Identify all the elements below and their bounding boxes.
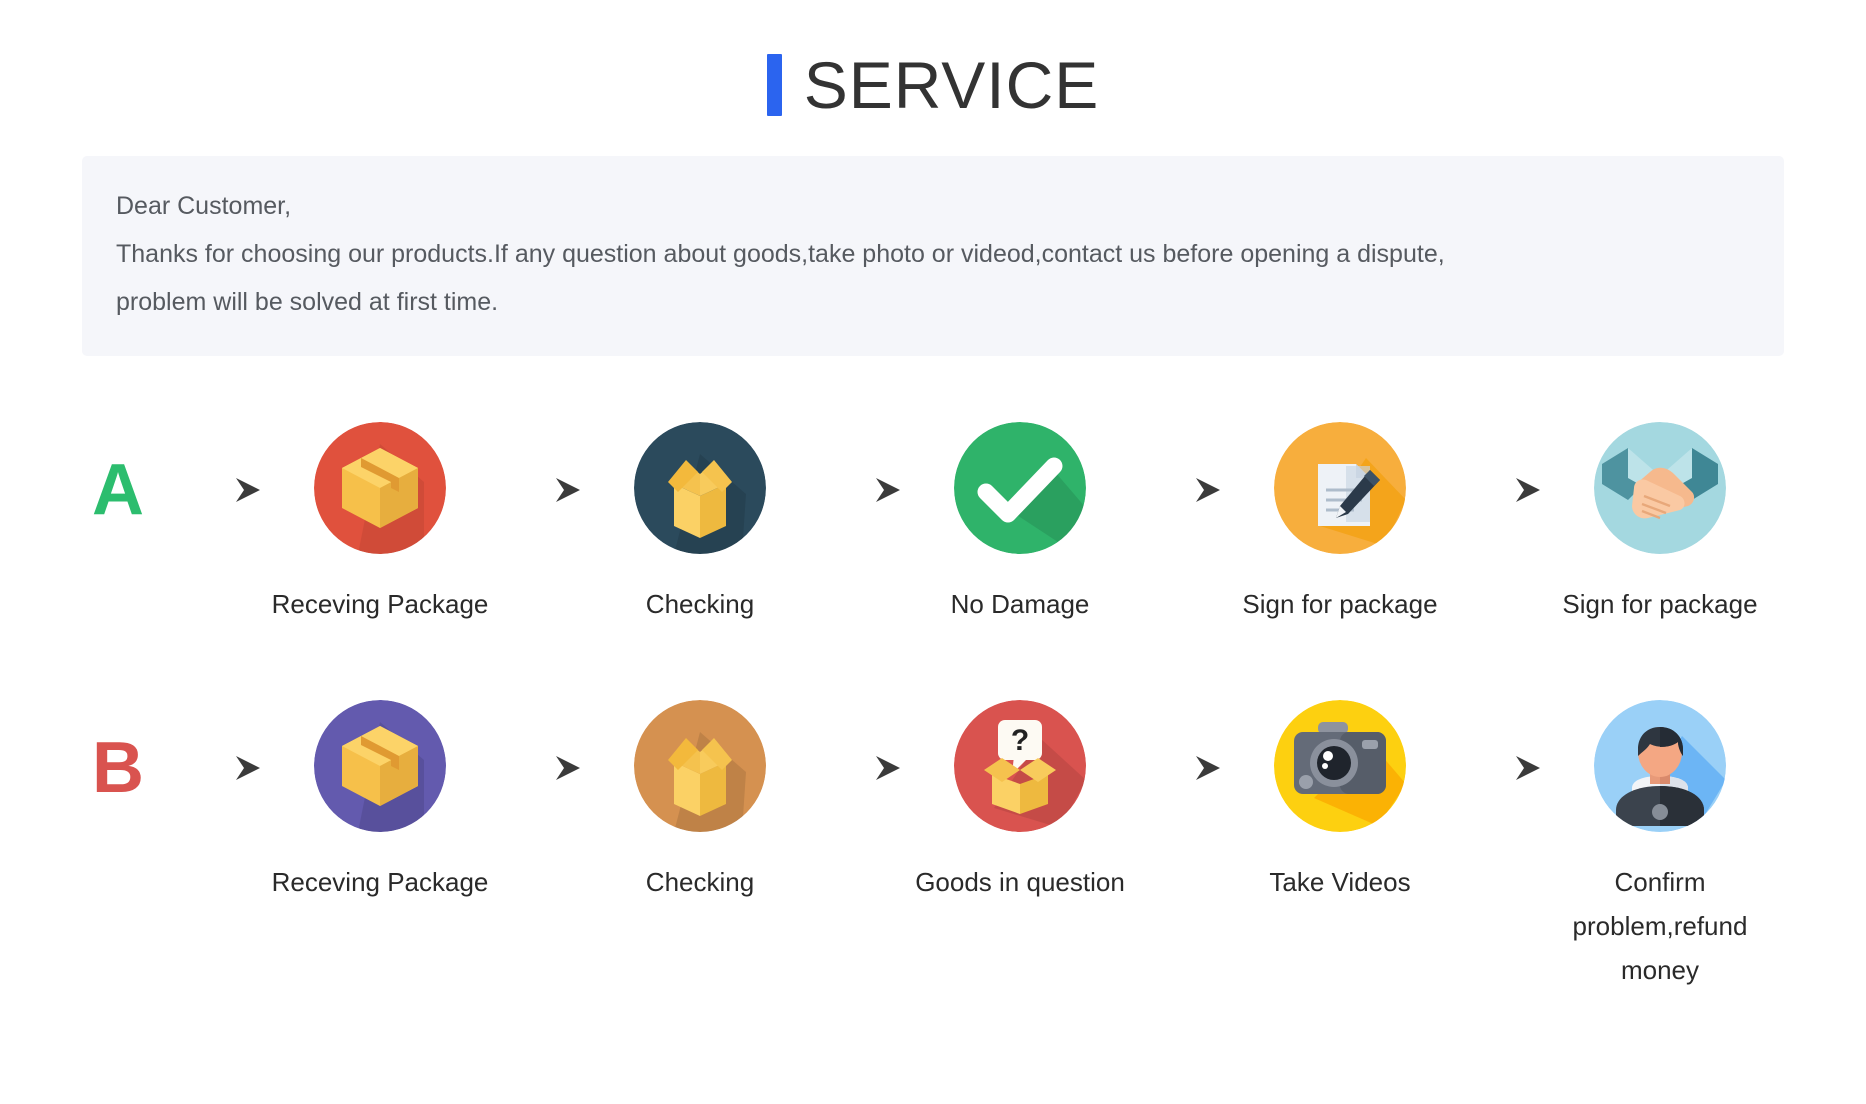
right-arrow-icon bbox=[166, 392, 274, 588]
step-label: Sign for package bbox=[1562, 589, 1758, 619]
step-a-5: Sign for package bbox=[1554, 392, 1766, 626]
notice-line-1: Dear Customer, bbox=[116, 192, 292, 220]
right-arrow-icon bbox=[1126, 670, 1234, 866]
right-arrow-icon bbox=[1126, 392, 1234, 588]
step-label: Take Videos bbox=[1269, 867, 1411, 897]
right-arrow-icon bbox=[806, 670, 914, 866]
step-label: Sign for package bbox=[1242, 589, 1438, 619]
right-arrow-icon bbox=[806, 392, 914, 588]
step-b-3: ? Goods in question bbox=[914, 670, 1126, 904]
step-a-2: Checking bbox=[594, 392, 806, 626]
step-a-3: No Damage bbox=[914, 392, 1126, 626]
document-pen-icon bbox=[1274, 422, 1406, 554]
notice-line-2: Thanks for choosing our products.If any … bbox=[116, 240, 1445, 268]
step-label: Checking bbox=[645, 589, 755, 619]
customer-notice: Dear Customer, Thanks for choosing our p… bbox=[82, 156, 1784, 356]
step-label: Goods in question bbox=[915, 867, 1125, 897]
process-flows: A Receving Package Checking No Damage Si… bbox=[0, 392, 1866, 992]
notice-line-3: problem will be solved at first time. bbox=[116, 288, 499, 316]
handshake-icon bbox=[1594, 422, 1726, 554]
title-accent-bar bbox=[766, 54, 782, 116]
step-label: Checking bbox=[645, 867, 755, 897]
flow-letter-a: A bbox=[92, 450, 144, 530]
page-title-text: SERVICE bbox=[803, 48, 1100, 122]
step-b-5: Confirm problem,refund money bbox=[1554, 670, 1766, 992]
step-label: Receving Package bbox=[271, 589, 489, 619]
step-b-1: Receving Package bbox=[272, 670, 488, 904]
service-page: SERVICE Dear Customer, Thanks for choosi… bbox=[0, 0, 1866, 1104]
check-mark-icon bbox=[954, 422, 1086, 554]
right-arrow-icon bbox=[486, 670, 594, 866]
step-label: No Damage bbox=[950, 589, 1090, 619]
svg-text:?: ? bbox=[1011, 724, 1029, 757]
closed-package-icon bbox=[314, 422, 446, 554]
right-arrow-icon bbox=[486, 392, 594, 588]
page-title: SERVICE bbox=[0, 0, 1866, 118]
support-person-icon bbox=[1594, 700, 1726, 832]
right-arrow-icon bbox=[1446, 392, 1554, 588]
flow-letter-b: B bbox=[92, 728, 144, 808]
open-package-icon bbox=[634, 422, 766, 554]
step-a-1: Receving Package bbox=[272, 392, 488, 626]
flow-row-b: B Receving Package Checking ? Goods in q… bbox=[70, 670, 1806, 992]
closed-package-icon bbox=[314, 700, 446, 832]
step-b-4: Take Videos bbox=[1234, 670, 1446, 904]
step-a-4: Sign for package bbox=[1234, 392, 1446, 626]
step-label: Confirm problem,refund money bbox=[1572, 867, 1748, 985]
camera-icon bbox=[1274, 700, 1406, 832]
right-arrow-icon bbox=[166, 670, 274, 866]
step-b-2: Checking bbox=[594, 670, 806, 904]
question-package-icon: ? bbox=[954, 700, 1086, 832]
open-package-icon bbox=[634, 700, 766, 832]
flow-row-a: A Receving Package Checking No Damage Si… bbox=[70, 392, 1806, 626]
step-label: Receving Package bbox=[271, 867, 489, 897]
right-arrow-icon bbox=[1446, 670, 1554, 866]
